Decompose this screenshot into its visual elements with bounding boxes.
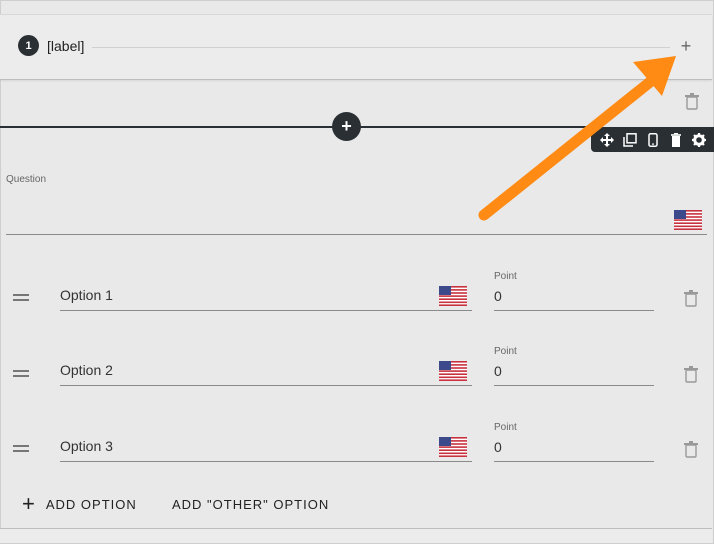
delete-option-icon[interactable] (683, 290, 699, 313)
section-label[interactable]: [label] (47, 38, 84, 54)
add-option-label: ADD OPTION (45, 496, 137, 512)
option-1-input[interactable]: Option 1 (60, 287, 113, 303)
point-label: Point (494, 271, 517, 282)
question-input[interactable] (6, 200, 666, 230)
option-underline (60, 310, 472, 311)
us-flag-icon[interactable] (439, 286, 467, 306)
option-underline (60, 461, 472, 462)
add-other-option-button[interactable]: ADD "OTHER" OPTION (172, 497, 329, 512)
question-underline (6, 234, 707, 235)
section-divider (92, 47, 670, 48)
delete-icon[interactable] (667, 131, 685, 149)
form-canvas (0, 0, 714, 544)
add-option-button[interactable]: + ADD OPTION (22, 491, 137, 516)
point-label: Point (494, 346, 517, 357)
delete-element-icon[interactable] (684, 93, 700, 116)
us-flag-icon[interactable] (674, 210, 702, 230)
point-input[interactable]: 0 (494, 363, 502, 379)
copy-icon[interactable] (621, 131, 639, 149)
point-underline (494, 310, 654, 311)
step-number-badge: 1 (18, 35, 39, 56)
element-toolbar (591, 127, 714, 152)
plus-icon: + (22, 491, 36, 516)
point-input[interactable]: 0 (494, 288, 502, 304)
delete-option-icon[interactable] (683, 441, 699, 464)
option-3-input[interactable]: Option 3 (60, 438, 113, 454)
us-flag-icon[interactable] (439, 361, 467, 381)
delete-option-icon[interactable] (683, 366, 699, 389)
drag-handle-icon[interactable] (13, 445, 29, 455)
option-underline (60, 385, 472, 386)
insert-divider (0, 126, 600, 128)
next-section-bar (0, 528, 712, 543)
option-2-input[interactable]: Option 2 (60, 362, 113, 378)
point-underline (494, 461, 654, 462)
drag-handle-icon[interactable] (13, 370, 29, 380)
mobile-icon[interactable] (644, 131, 662, 149)
point-label: Point (494, 422, 517, 433)
add-element-button[interactable]: + (332, 112, 361, 141)
add-section-icon[interactable]: + (676, 36, 696, 56)
drag-handle-icon[interactable] (13, 294, 29, 304)
point-input[interactable]: 0 (494, 439, 502, 455)
settings-icon[interactable] (690, 131, 708, 149)
move-icon[interactable] (598, 131, 616, 149)
us-flag-icon[interactable] (439, 437, 467, 457)
point-underline (494, 385, 654, 386)
question-label: Question (6, 174, 47, 185)
